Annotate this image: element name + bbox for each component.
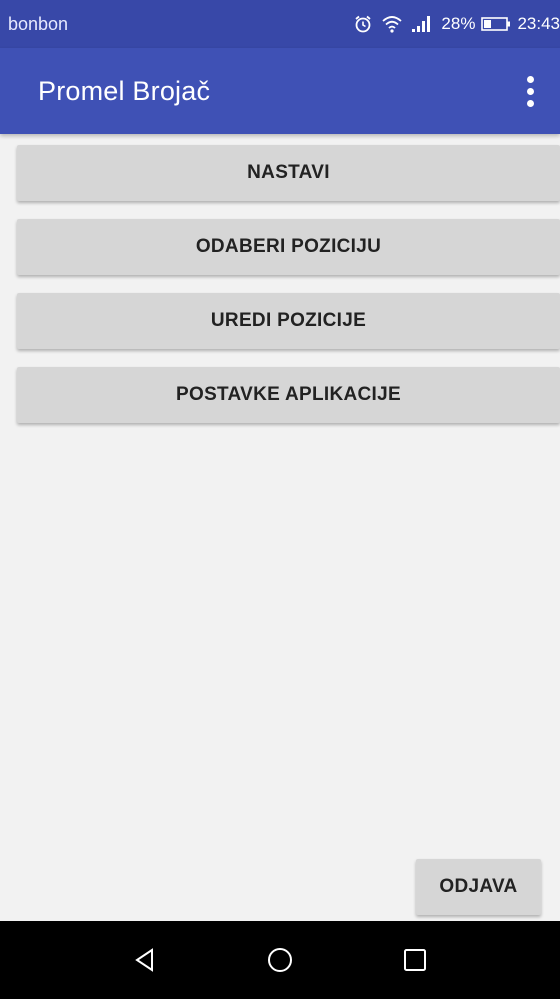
- continue-button[interactable]: NASTAVI: [17, 145, 560, 201]
- back-icon[interactable]: [125, 940, 165, 980]
- battery-percent: 28%: [441, 14, 476, 33]
- status-bar: bonbon 28% 23:43: [0, 0, 560, 48]
- app-bar: Promel Brojač: [0, 48, 560, 134]
- edit-positions-button[interactable]: UREDI POZICIJE: [17, 293, 560, 349]
- alarm-icon: [353, 14, 373, 34]
- carrier-name: bonbon: [8, 13, 69, 34]
- signal-icon: [411, 15, 433, 33]
- select-position-button[interactable]: ODABERI POZICIJU: [17, 219, 560, 275]
- navigation-bar: [0, 921, 560, 999]
- app-title: Promel Brojač: [38, 75, 211, 106]
- menu-dot: [526, 75, 534, 83]
- battery-status: 28% 23:43: [441, 14, 560, 34]
- more-vert-icon[interactable]: [512, 63, 548, 119]
- menu-dot: [526, 87, 534, 95]
- battery-icon: [481, 16, 511, 32]
- recents-icon[interactable]: [395, 940, 435, 980]
- clock: 23:43: [517, 14, 560, 33]
- wifi-icon: [381, 14, 403, 34]
- status-icons: 28% 23:43: [353, 14, 560, 34]
- logout-button[interactable]: ODJAVA: [416, 859, 541, 915]
- app-settings-button[interactable]: POSTAVKE APLIKACIJE: [17, 367, 560, 423]
- home-icon[interactable]: [260, 940, 300, 980]
- menu-dot: [526, 99, 534, 107]
